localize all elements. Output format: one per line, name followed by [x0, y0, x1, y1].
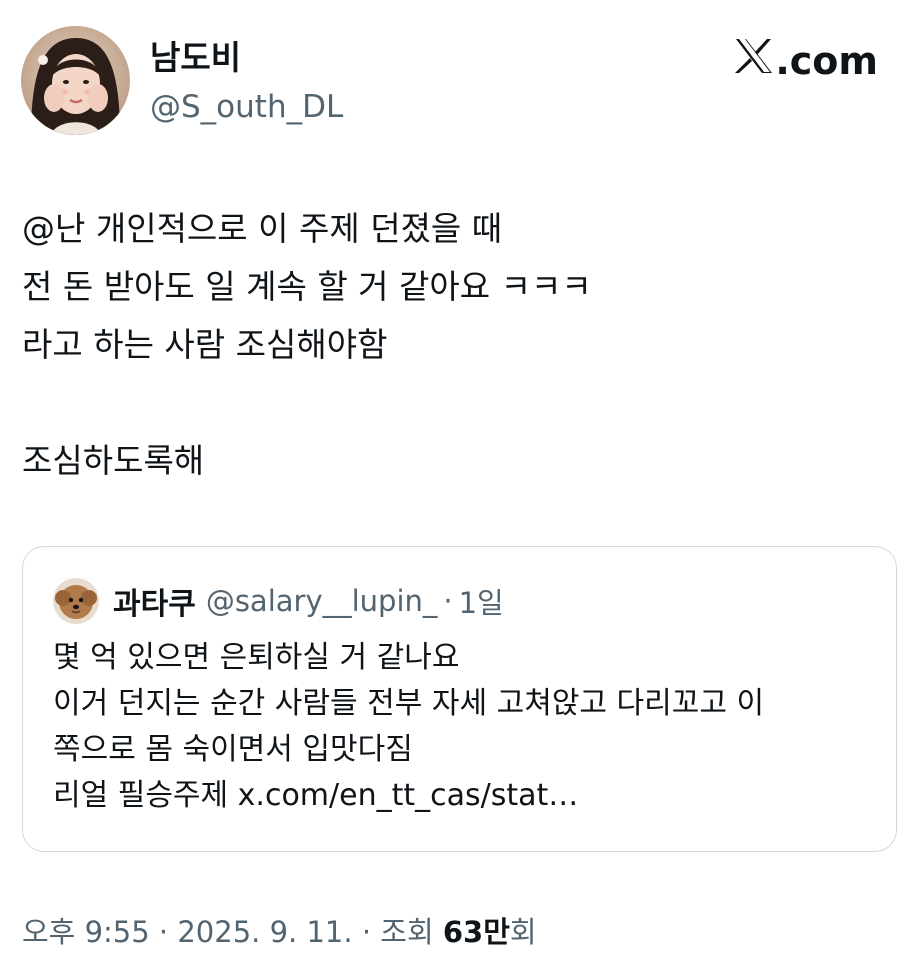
quoted-author-handle[interactable]: @salary__lupin_: [206, 584, 438, 618]
quoted-tweet-text: 몇 억 있으면 은퇴하실 거 같나요 이거 던지는 순간 사람들 전부 자세 고…: [53, 635, 873, 819]
quoted-tweet-line: 몇 억 있으면 은퇴하실 거 같나요: [53, 640, 460, 675]
quoted-tweet-line: 리얼 필승주제 x.com/en_tt_cas/stat…: [53, 778, 579, 813]
views-suffix: 회: [509, 915, 537, 949]
author-avatar[interactable]: [21, 26, 130, 135]
tweet-date[interactable]: 2025. 9. 11.: [177, 915, 352, 949]
tweet-line: 전 돈 받아도 일 계속 할 거 같아요 ㅋㅋㅋ: [22, 267, 592, 306]
quoted-tweet-line: 이거 던지는 순간 사람들 전부 자세 고쳐앉고 다리꼬고 이: [53, 686, 765, 721]
tweet-metadata: 오후 9:55 · 2025. 9. 11. · 조회 63만회: [22, 910, 537, 954]
author-display-name[interactable]: 남도비: [150, 38, 241, 78]
views-label: 조회: [380, 915, 443, 949]
quoted-tweet-header: 과타쿠 @salary__lupin_ · 1일: [53, 577, 504, 625]
brand-domain-text: .com: [775, 38, 878, 83]
meta-separator: ·: [352, 915, 381, 949]
tweet-text: @난 개인적으로 이 주제 던졌을 때 전 돈 받아도 일 계속 할 거 같아요…: [22, 200, 892, 490]
views-count[interactable]: 63만: [443, 915, 510, 949]
tweet-header: 남도비 @S_outh_DL .com: [0, 0, 920, 150]
author-handle[interactable]: @S_outh_DL: [150, 87, 343, 127]
quoted-tweet-line: 쪽으로 몸 숙이면서 입맛다짐: [53, 732, 413, 767]
meta-separator: ·: [443, 584, 453, 618]
tweet-time[interactable]: 오후 9:55: [22, 915, 150, 949]
tweet-line: 라고 하는 사람 조심해야함: [22, 325, 388, 364]
tweet-line: @난 개인적으로 이 주제 던졌을 때: [22, 209, 503, 248]
x-logo-icon: [734, 38, 774, 83]
tweet-line: 조심하도록해: [22, 441, 205, 480]
quoted-tweet-card[interactable]: 과타쿠 @salary__lupin_ · 1일 몇 억 있으면 은퇴하실 거 …: [22, 546, 897, 852]
x-brand-logo: .com: [734, 38, 878, 83]
meta-separator: ·: [149, 915, 178, 949]
quoted-tweet-age[interactable]: 1일: [459, 580, 504, 622]
quoted-author-display-name[interactable]: 과타쿠: [113, 579, 196, 623]
quoted-author-avatar[interactable]: [53, 578, 99, 624]
